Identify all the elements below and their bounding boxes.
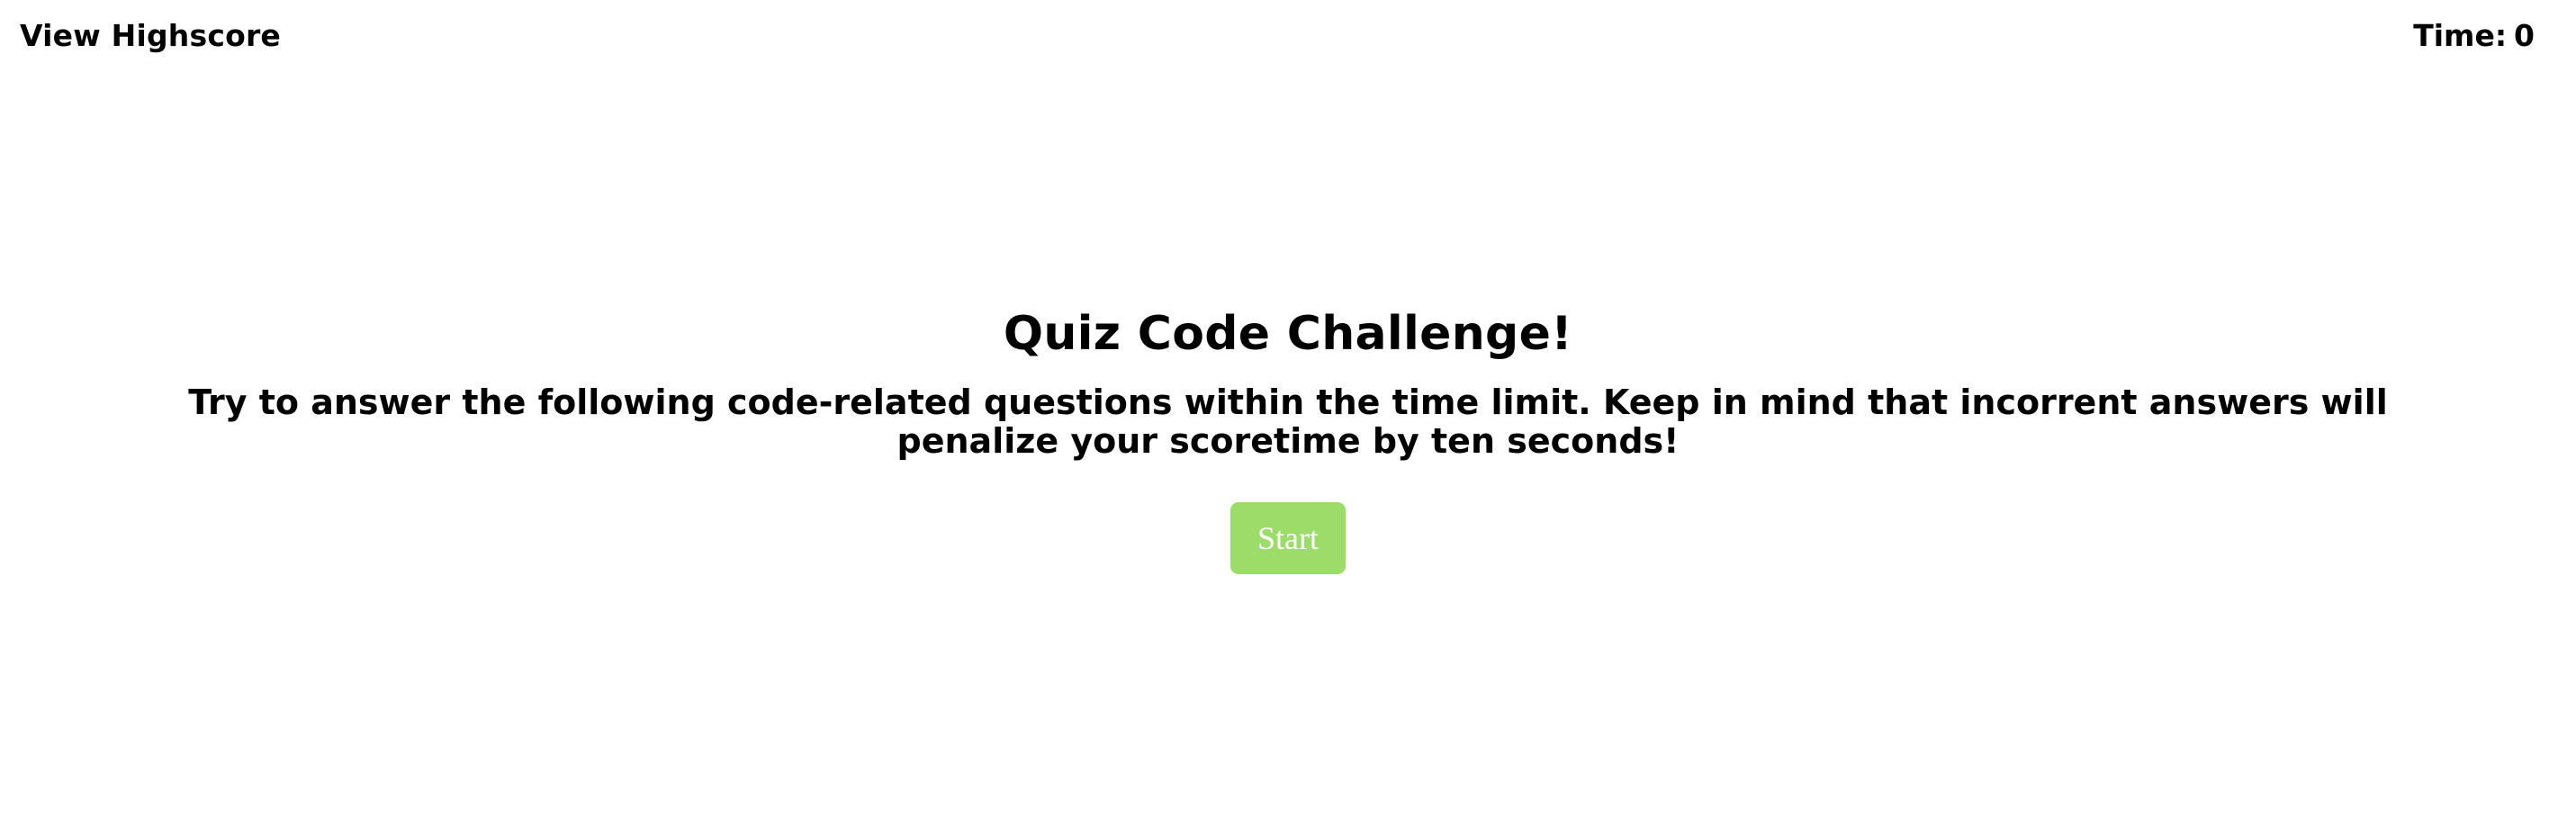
intro-section: Quiz Code Challenge! Try to answer the f… bbox=[0, 306, 2576, 574]
view-highscore-link[interactable]: View Highscore bbox=[20, 18, 281, 53]
header-bar: View Highscore Time: 0 bbox=[0, 0, 2576, 72]
timer-value: 0 bbox=[2514, 18, 2535, 53]
timer: Time: 0 bbox=[2413, 18, 2535, 53]
quiz-page: View Highscore Time: 0 Quiz Code Challeng… bbox=[0, 0, 2576, 819]
quiz-description: Try to answer the following code-related… bbox=[188, 382, 2388, 461]
timer-label: Time: bbox=[2413, 18, 2508, 53]
page-title: Quiz Code Challenge! bbox=[1003, 307, 1573, 361]
start-button[interactable]: Start bbox=[1230, 502, 1346, 574]
